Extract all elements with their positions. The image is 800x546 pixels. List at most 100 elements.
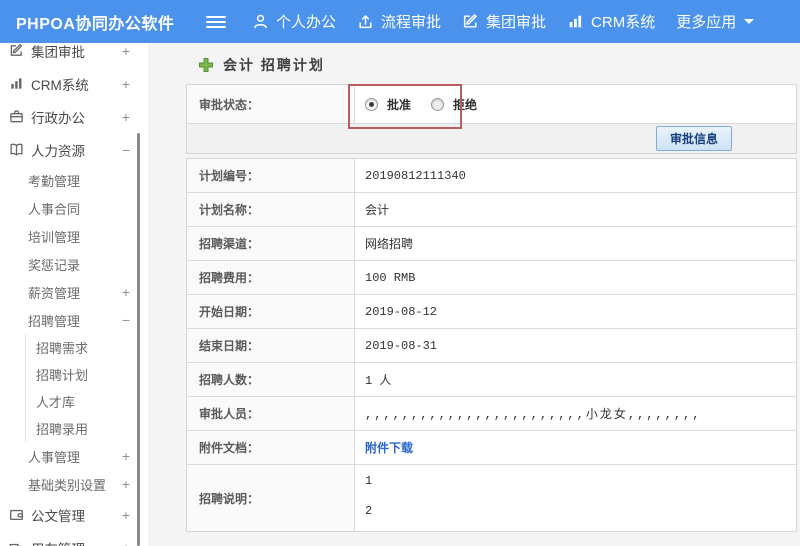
field-row-end-date: 结束日期： 2019-08-31 xyxy=(187,329,796,363)
sidebar-item-label: 培训管理 xyxy=(28,229,81,245)
sidebar: 集团审批 + CRM系统 + 行政办公 + 人力资源 − 考勤管理 人事合同 培… xyxy=(0,43,148,546)
field-row-description: 招聘说明： 1 2 xyxy=(187,465,796,531)
nav-crm-system[interactable]: CRM系统 xyxy=(567,11,655,32)
expand-toggle[interactable]: + xyxy=(122,43,130,59)
radio-reject[interactable] xyxy=(431,97,445,111)
sidebar-item-rewards[interactable]: 奖惩记录 xyxy=(0,250,148,278)
field-row-attachment: 附件文档： 附件下载 xyxy=(187,431,796,465)
briefcase-icon xyxy=(9,109,25,125)
expand-toggle[interactable]: + xyxy=(122,284,130,300)
status-table: 审批状态： 批准 拒绝 审批信息 xyxy=(186,84,797,154)
expand-toggle[interactable]: − xyxy=(122,142,130,158)
sidebar-item-label: 薪资管理 xyxy=(28,285,81,301)
attachment-download-link[interactable]: 附件下载 xyxy=(365,439,413,456)
main-content: 会计 招聘计划 审批状态： 批准 拒绝 审批信息 计划编号： 201908121… xyxy=(148,43,800,546)
detail-table: 计划编号： 20190812111340 计划名称： 会计 招聘渠道： 网络招聘… xyxy=(186,158,797,532)
expand-toggle[interactable]: + xyxy=(122,109,130,125)
sidebar-item-hr[interactable]: 人力资源 − xyxy=(0,133,148,166)
expand-toggle[interactable]: + xyxy=(122,540,130,546)
hamburger-menu-icon[interactable] xyxy=(206,13,226,31)
sidebar-item-training[interactable]: 培训管理 xyxy=(0,222,148,250)
field-label: 招聘人数： xyxy=(187,363,355,396)
sidebar-scrollbar[interactable] xyxy=(137,133,140,546)
field-label: 开始日期： xyxy=(187,295,355,328)
sidebar-item-label: 奖惩记录 xyxy=(28,257,81,273)
sidebar-item-crm[interactable]: CRM系统 + xyxy=(0,67,148,100)
sidebar-item-personnel[interactable]: 人事管理 + xyxy=(0,442,148,470)
sidebar-item-talent-pool[interactable]: 人才库 xyxy=(26,388,148,415)
top-bar: PHPOA协同办公软件 个人办公 流程审批 集团审批 CRM系统 更多应用 xyxy=(0,0,800,43)
nav-label: 个人办公 xyxy=(276,14,337,31)
add-plus-icon xyxy=(199,57,213,72)
sidebar-item-recruit-demand[interactable]: 招聘需求 xyxy=(26,334,148,361)
nav-group-approval[interactable]: 集团审批 xyxy=(462,11,546,32)
field-row-plan-no: 计划编号： 20190812111340 xyxy=(187,159,796,193)
radio-reject-label[interactable]: 拒绝 xyxy=(453,96,477,113)
button-strip: 审批信息 xyxy=(187,123,796,153)
sidebar-item-admin-office[interactable]: 行政办公 + xyxy=(0,100,148,133)
expand-toggle[interactable]: + xyxy=(122,476,130,492)
sidebar-item-label: 招聘录用 xyxy=(36,422,89,437)
recruit-submenu: 招聘需求 招聘计划 人才库 招聘录用 xyxy=(25,334,148,442)
radio-approve[interactable] xyxy=(365,97,378,111)
page-header: 会计 招聘计划 xyxy=(198,54,797,75)
sidebar-item-label: 用车管理 xyxy=(31,538,85,546)
field-row-headcount: 招聘人数： 1 人 xyxy=(187,363,796,397)
field-value: 2019-08-12 xyxy=(365,304,438,319)
nav-label: 流程审批 xyxy=(381,14,442,31)
page-title: 会计 招聘计划 xyxy=(223,56,325,73)
expand-toggle[interactable]: + xyxy=(122,507,130,523)
bar-chart-icon xyxy=(9,76,25,92)
sidebar-item-salary[interactable]: 薪资管理 + xyxy=(0,278,148,306)
sidebar-item-hr-contract[interactable]: 人事合同 xyxy=(0,194,148,222)
expand-toggle[interactable]: + xyxy=(122,76,130,92)
sidebar-item-label: 集团审批 xyxy=(31,44,85,60)
sidebar-item-label: 人事合同 xyxy=(28,201,81,217)
expand-toggle[interactable]: + xyxy=(122,448,130,464)
status-row: 审批状态： 批准 拒绝 xyxy=(187,85,796,123)
field-value: 20190812111340 xyxy=(365,168,466,183)
sidebar-item-label: 招聘计划 xyxy=(36,368,89,383)
field-label: 招聘渠道： xyxy=(187,227,355,260)
field-label: 招聘费用： xyxy=(187,261,355,294)
sidebar-item-recruit-plan[interactable]: 招聘计划 xyxy=(26,361,148,388)
field-label: 结束日期： xyxy=(187,329,355,362)
nav-more-apps[interactable]: 更多应用 xyxy=(676,11,755,32)
sidebar-item-group-approval[interactable]: 集团审批 + xyxy=(0,43,148,67)
top-nav: 个人办公 流程审批 集团审批 CRM系统 更多应用 xyxy=(252,11,775,32)
sidebar-item-attendance[interactable]: 考勤管理 xyxy=(0,166,148,194)
sidebar-item-label: 行政办公 xyxy=(31,110,85,126)
field-value: 100 RMB xyxy=(365,270,416,285)
nav-label: CRM系统 xyxy=(591,14,656,31)
edit-icon xyxy=(463,14,477,28)
nav-label: 集团审批 xyxy=(486,14,547,31)
sidebar-item-label: 人才库 xyxy=(36,395,76,410)
expand-toggle[interactable]: − xyxy=(122,312,130,328)
nav-process-approval[interactable]: 流程审批 xyxy=(357,11,441,32)
field-row-start-date: 开始日期： 2019-08-12 xyxy=(187,295,796,329)
sidebar-item-label: 公文管理 xyxy=(31,508,85,524)
sidebar-item-recruit-mgmt[interactable]: 招聘管理 − xyxy=(0,306,148,334)
nav-personal-office[interactable]: 个人办公 xyxy=(252,11,336,32)
sidebar-item-documents[interactable]: 公文管理 + xyxy=(0,498,148,531)
sidebar-item-label: 基础类别设置 xyxy=(28,477,107,493)
sidebar-item-label: 人力资源 xyxy=(31,143,85,159)
user-icon xyxy=(254,14,267,29)
sidebar-item-base-category[interactable]: 基础类别设置 + xyxy=(0,470,148,498)
approval-info-button[interactable]: 审批信息 xyxy=(655,126,732,151)
sidebar-item-recruit-hire[interactable]: 招聘录用 xyxy=(26,415,148,442)
field-value: 会计 xyxy=(365,204,390,218)
upload-icon xyxy=(359,15,372,29)
field-row-channel: 招聘渠道： 网络招聘 xyxy=(187,227,796,261)
sidebar-item-label: 考勤管理 xyxy=(28,173,81,189)
bar-chart-icon xyxy=(569,15,582,28)
field-label: 计划名称： xyxy=(187,193,355,226)
sidebar-item-vehicle[interactable]: 用车管理 + xyxy=(0,531,148,546)
wallet-icon xyxy=(9,507,25,523)
field-row-cost: 招聘费用： 100 RMB xyxy=(187,261,796,295)
field-value: 网络招聘 xyxy=(365,238,414,252)
field-label: 附件文档： xyxy=(187,431,355,464)
field-row-plan-name: 计划名称： 会计 xyxy=(187,193,796,227)
field-value: ,,,,,,,,,,,,,,,,,,,,,,,,小龙女,,,,,,,, xyxy=(365,408,702,422)
radio-approve-label[interactable]: 批准 xyxy=(387,96,411,113)
